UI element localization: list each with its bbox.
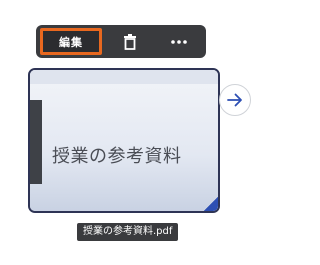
thumbnail-top-band — [30, 70, 218, 84]
arrow-right-icon — [227, 93, 242, 107]
edit-button-label: 編集 — [59, 35, 83, 49]
trash-icon — [124, 33, 136, 50]
floating-toolbar: 編集 — [36, 25, 206, 58]
file-thumbnail: 授業の参考資料 — [30, 70, 218, 211]
next-button[interactable] — [219, 84, 251, 116]
thumbnail-title: 授業の参考資料 — [52, 146, 182, 167]
edit-button[interactable]: 編集 — [40, 28, 102, 55]
more-options-button[interactable] — [161, 28, 197, 55]
file-preview-stage: 編集 授業の参考資料 授業の参考資料.pdf — [0, 0, 275, 265]
more-horizontal-icon — [171, 39, 187, 44]
file-card[interactable]: 授業の参考資料 — [28, 68, 220, 213]
delete-button[interactable] — [112, 28, 148, 55]
filename-label: 授業の参考資料.pdf — [77, 223, 179, 241]
thumbnail-side-bar — [30, 100, 42, 184]
resize-corner-icon[interactable] — [204, 197, 218, 211]
